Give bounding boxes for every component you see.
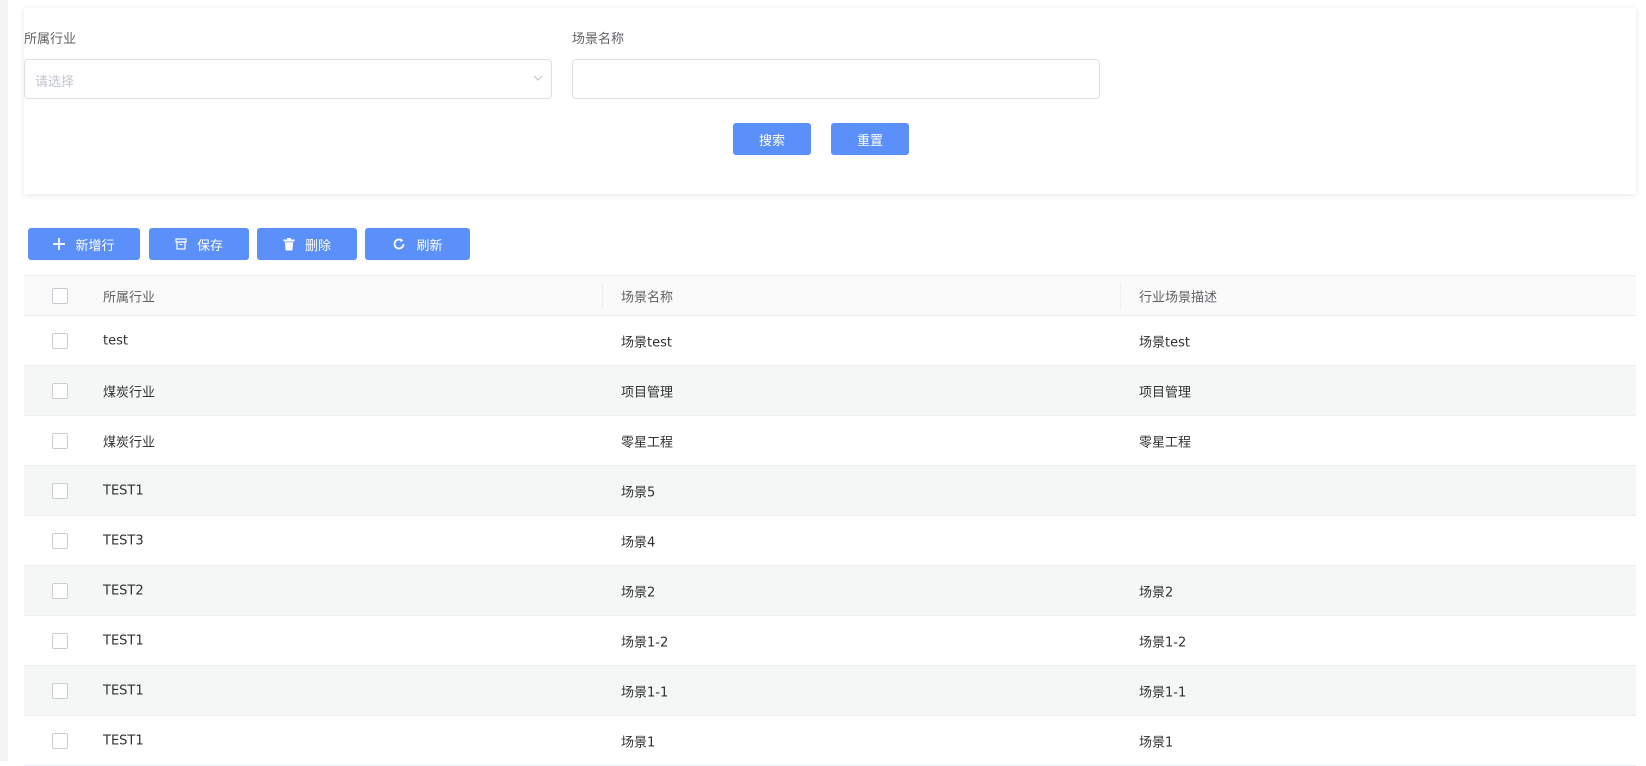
plus-icon [53,238,66,250]
cell-description: 场景1-2 [1139,635,1187,650]
cell-scene: 场景1-1 [621,685,669,700]
search-button[interactable]: 搜索 [733,123,811,155]
row-checkbox[interactable] [52,532,68,549]
cell-scene: 场景2 [621,585,656,600]
table-row[interactable]: TEST1 场景5 [24,466,1636,516]
refresh-icon [394,238,405,250]
row-checkbox[interactable] [52,732,68,749]
cell-description: 场景2 [1139,585,1174,600]
cell-scene: 场景test [621,335,672,350]
column-divider [1120,284,1121,308]
table-row[interactable]: TEST1 场景1-2 场景1-2 [24,616,1636,666]
trash-icon [283,237,295,250]
table-row[interactable]: test 场景test 场景test [24,316,1636,366]
refresh-button[interactable]: 刷新 [365,228,470,260]
cell-industry: 煤炭行业 [103,435,156,450]
row-checkbox[interactable] [52,582,68,599]
cell-industry: test [103,333,128,348]
industry-label: 所属行业 [24,32,77,47]
column-header-scene: 场景名称 [621,290,674,305]
table-row[interactable]: TEST1 场景1-1 场景1-1 [24,666,1636,716]
add-row-label: 新增行 [75,238,115,254]
row-checkbox[interactable] [52,682,68,699]
save-label: 保存 [196,238,223,254]
scene-input[interactable] [573,60,1099,98]
row-checkbox[interactable] [52,382,68,399]
delete-button[interactable]: 删除 [257,228,357,260]
cell-scene: 场景4 [621,535,656,550]
cell-industry: TEST1 [103,483,144,498]
column-divider [602,284,603,308]
save-button[interactable]: 保存 [149,228,249,260]
row-checkbox[interactable] [52,632,68,649]
cell-industry: TEST1 [103,633,144,648]
row-checkbox[interactable] [52,432,68,449]
cell-description: 场景1 [1139,735,1174,750]
cell-scene: 场景1 [621,735,656,750]
chevron-down-icon [533,75,543,81]
cell-description: 零星工程 [1139,435,1192,450]
cell-scene: 项目管理 [621,385,674,400]
row-checkbox[interactable] [52,332,68,349]
cell-industry: 煤炭行业 [103,385,156,400]
add-row-button[interactable]: 新增行 [28,228,140,260]
industry-select[interactable]: 请选择 [24,59,552,99]
cell-industry: TEST2 [103,583,144,598]
cell-description: 场景test [1139,335,1190,350]
row-checkbox[interactable] [52,482,68,499]
data-table: 所属行业 场景名称 行业场景描述 test 场景test 场景test 煤炭行业… [24,275,1636,766]
table-header: 所属行业 场景名称 行业场景描述 [24,276,1636,316]
left-rail [0,0,8,761]
scene-input-wrapper [572,59,1100,99]
table-row[interactable]: TEST2 场景2 场景2 [24,566,1636,616]
cell-scene: 零星工程 [621,435,674,450]
cell-description: 项目管理 [1139,385,1192,400]
column-header-description: 行业场景描述 [1139,290,1218,305]
cell-industry: TEST3 [103,533,144,548]
column-header-industry: 所属行业 [103,290,156,305]
table-row[interactable]: TEST3 场景4 [24,516,1636,566]
table-row[interactable]: TEST1 场景1 场景1 [24,716,1636,766]
cell-industry: TEST1 [103,733,144,748]
cell-industry: TEST1 [103,683,144,698]
industry-select-placeholder: 请选择 [35,75,75,90]
reset-button[interactable]: 重置 [831,123,909,155]
cell-scene: 场景5 [621,485,656,500]
cell-description: 场景1-1 [1139,685,1187,700]
table-row[interactable]: 煤炭行业 项目管理 项目管理 [24,366,1636,416]
page: 所属行业 请选择 场景名称 搜索 重置 新增行 保存 删除 刷新 所属行业 场景… [0,0,1646,766]
cell-scene: 场景1-2 [621,635,669,650]
delete-label: 删除 [304,238,331,254]
archive-icon [175,238,187,250]
search-panel: 所属行业 请选择 场景名称 搜索 重置 [24,8,1636,194]
refresh-label: 刷新 [416,238,443,254]
scene-label: 场景名称 [572,32,625,47]
select-all-checkbox[interactable] [52,287,68,304]
table-row[interactable]: 煤炭行业 零星工程 零星工程 [24,416,1636,466]
